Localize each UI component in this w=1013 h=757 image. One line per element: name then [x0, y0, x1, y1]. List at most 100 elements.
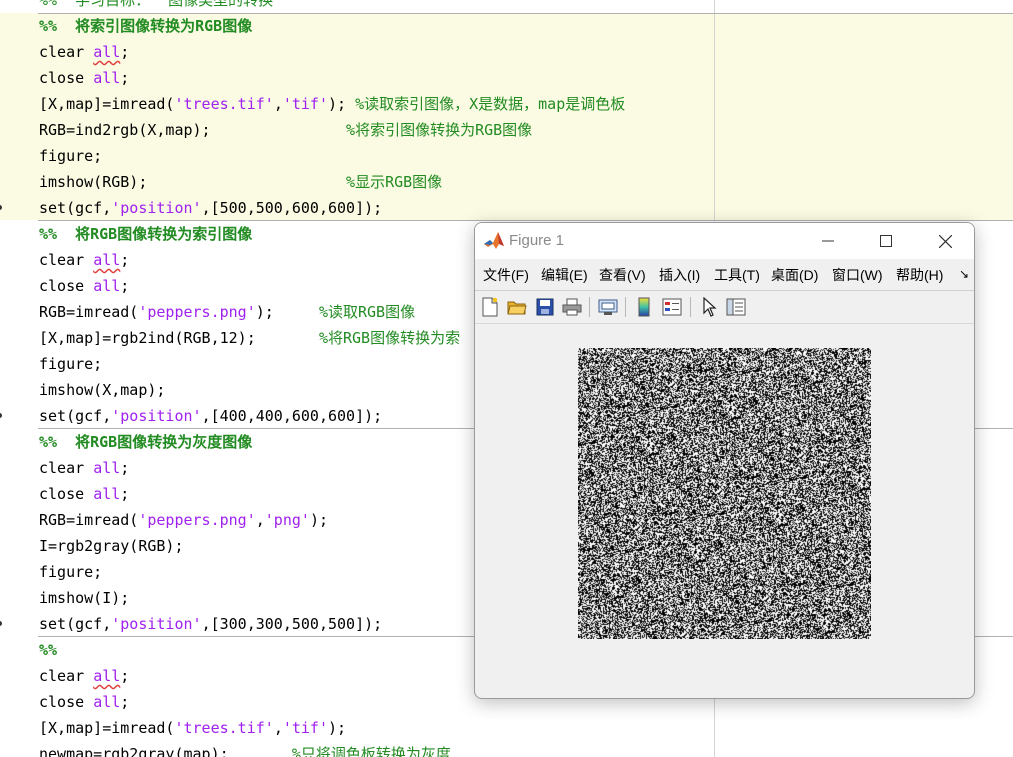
section-title: %% [39, 641, 58, 659]
code-comment: %读取索引图像，X是数据，map是调色板 [355, 95, 626, 113]
string-literal: all [93, 667, 121, 685]
open-file-icon [507, 301, 527, 315]
code-token: ; [120, 485, 130, 503]
code-token: imshow(X,map); [39, 381, 166, 399]
section-header-line[interactable]: %% 将索引图像转换为RGB图像 [39, 13, 252, 39]
string-literal: 'tif' [282, 95, 328, 113]
figure-toolbar [475, 290, 974, 324]
code-line[interactable]: clear all; [39, 39, 129, 65]
code-token: newmap=rgb2gray(map); [39, 745, 292, 757]
code-line[interactable]: close all; [39, 273, 129, 299]
code-token: ; [120, 667, 130, 685]
code-line[interactable]: imshow(X,map); [39, 377, 165, 403]
property-inspector-button[interactable] [724, 295, 748, 319]
menu-edit[interactable]: 编辑(E) [541, 265, 588, 285]
maximize-button[interactable] [863, 223, 909, 259]
code-line[interactable]: set(gcf,'position',[500,500,600,600]); [39, 195, 382, 221]
figure-window[interactable]: Figure 1 文件(F) 编辑(E) 查看(V) 插入(I) 工具(T) 桌… [474, 222, 975, 699]
code-line[interactable]: figure; [39, 559, 102, 585]
menu-window[interactable]: 窗口(W) [832, 265, 883, 285]
close-icon [938, 234, 952, 248]
menu-overflow-icon[interactable]: ↘ [959, 267, 969, 281]
code-token: ); [328, 95, 356, 113]
code-comment: %将索引图像转换为RGB图像 [346, 121, 533, 139]
menu-file[interactable]: 文件(F) [483, 265, 529, 285]
new-figure-button[interactable] [478, 295, 502, 319]
code-fold-marker[interactable] [0, 621, 2, 626]
minimize-button[interactable] [805, 223, 851, 259]
code-line[interactable]: %% 学习目标： 图像类型的转换 [39, 0, 273, 13]
code-comment: %% 学习目标： 图像类型的转换 [39, 0, 274, 9]
code-token: ; [120, 69, 130, 87]
code-comment: %只将调色板转换为灰度 [291, 745, 451, 757]
code-line[interactable]: clear all; [39, 663, 129, 689]
code-fold-marker[interactable] [0, 413, 2, 418]
code-line[interactable]: RGB=imread('peppers.png','png'); [39, 507, 328, 533]
code-line[interactable]: RGB=ind2rgb(X,map); %将索引图像转换为RGB图像 [39, 117, 532, 143]
section-header-line[interactable]: %% [39, 637, 57, 663]
code-comment: %将RGB图像转换为索 [318, 329, 461, 347]
code-token: imshow(RGB); [39, 173, 347, 191]
section-header-line[interactable]: %% 将RGB图像转换为灰度图像 [39, 429, 252, 455]
code-line[interactable]: close all; [39, 689, 129, 715]
code-token: clear [39, 667, 94, 685]
code-token: close [39, 693, 94, 711]
menu-tools[interactable]: 工具(T) [714, 265, 760, 285]
menu-help[interactable]: 帮助(H) [896, 265, 943, 285]
code-line[interactable]: imshow(I); [39, 585, 129, 611]
toolbar-separator [690, 297, 691, 317]
open-file-button[interactable] [505, 295, 529, 319]
string-literal: 'trees.tif' [174, 95, 274, 113]
insert-colorbar-button[interactable] [632, 295, 656, 319]
code-line[interactable]: figure; [39, 143, 102, 169]
minimize-icon [822, 240, 834, 242]
code-token: clear [39, 43, 94, 61]
code-token: ; [120, 251, 130, 269]
code-line[interactable]: set(gcf,'position',[400,400,600,600]); [39, 403, 382, 429]
edit-plot-icon [703, 297, 717, 317]
figure-titlebar[interactable]: Figure 1 [475, 223, 974, 259]
code-line[interactable]: RGB=imread('peppers.png'); %读取RGB图像 [39, 299, 415, 325]
code-line[interactable]: [X,map]=imread('trees.tif','tif'); %读取索引… [39, 91, 625, 117]
code-line[interactable]: clear all; [39, 247, 129, 273]
code-line[interactable]: newmap=rgb2gray(map); %只将调色板转换为灰度 [39, 741, 451, 757]
print-icon [562, 298, 582, 316]
code-line[interactable]: [X,map]=imread('trees.tif','tif'); [39, 715, 346, 741]
code-line[interactable]: clear all; [39, 455, 129, 481]
code-token: figure; [39, 147, 103, 165]
section-title: %% 将RGB图像转换为索引图像 [39, 225, 253, 243]
close-button[interactable] [922, 223, 968, 259]
code-token: clear [39, 251, 94, 269]
code-token: set(gcf, [39, 407, 112, 425]
code-line[interactable]: figure; [39, 351, 102, 377]
save-button[interactable] [533, 295, 557, 319]
figure-menubar: 文件(F) 编辑(E) 查看(V) 插入(I) 工具(T) 桌面(D) 窗口(W… [475, 261, 974, 289]
code-line[interactable]: set(gcf,'position',[300,300,500,500]); [39, 611, 382, 637]
code-token: ); [255, 303, 319, 321]
code-line[interactable]: close all; [39, 65, 129, 91]
print-button[interactable] [560, 295, 584, 319]
string-literal: all [93, 693, 121, 711]
code-line[interactable]: imshow(RGB); %显示RGB图像 [39, 169, 442, 195]
code-line[interactable]: close all; [39, 481, 129, 507]
string-literal: all [93, 43, 121, 61]
link-plot-button[interactable] [596, 295, 620, 319]
code-token: [X,map]=rgb2ind(RGB,12); [39, 329, 319, 347]
string-literal: all [93, 251, 121, 269]
code-line[interactable]: [X,map]=rgb2ind(RGB,12); %将RGB图像转换为索 [39, 325, 460, 351]
insert-legend-button[interactable] [660, 295, 684, 319]
toolbar-separator [589, 297, 590, 317]
code-token: RGB=imread( [39, 511, 139, 529]
menu-desktop[interactable]: 桌面(D) [771, 265, 818, 285]
code-token: ; [120, 459, 130, 477]
matlab-logo-icon [484, 232, 504, 249]
code-token: set(gcf, [39, 199, 112, 217]
menu-insert[interactable]: 插入(I) [659, 265, 700, 285]
insert-colorbar-icon [638, 297, 650, 317]
menu-view[interactable]: 查看(V) [599, 265, 646, 285]
edit-plot-button[interactable] [697, 295, 721, 319]
section-header-line[interactable]: %% 将RGB图像转换为索引图像 [39, 221, 252, 247]
code-line[interactable]: I=rgb2gray(RGB); [39, 533, 184, 559]
code-comment: %显示RGB图像 [346, 173, 443, 191]
code-token: close [39, 485, 94, 503]
